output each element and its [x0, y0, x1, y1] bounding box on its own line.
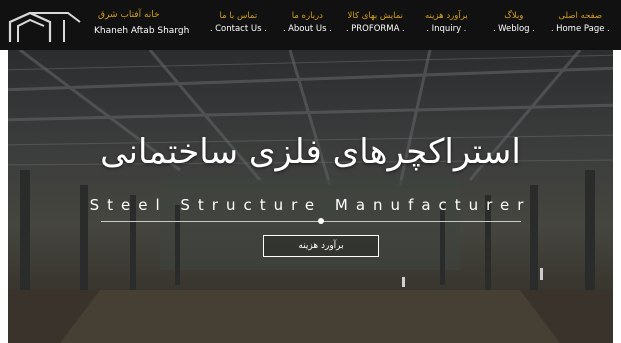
brand-name-fa: خانه آفتاب شرق	[98, 10, 160, 20]
hero-subtitle: Steel Structure Manufacturer	[89, 196, 532, 214]
nav-about-en: About Us	[288, 24, 327, 34]
nav-home-en: Home Page	[556, 24, 605, 34]
hero-divider	[101, 221, 521, 222]
nav-contact-en: Contact Us	[215, 24, 262, 34]
brand-logo[interactable]: خانه آفتاب شرق Khaneh Aftab Shargh	[8, 8, 190, 44]
nav-about-fa: درباره ما	[291, 11, 323, 21]
nav-item-proforma[interactable]: نمایش بهای کالا . PROFORMA .	[346, 10, 405, 36]
brand-name-en: Khaneh Aftab Shargh	[94, 26, 190, 36]
hero-divider-dot	[318, 218, 324, 224]
nav-proforma-en: PROFORMA	[351, 24, 400, 34]
nav-weblog-fa: وبلاگ	[504, 11, 524, 21]
nav-proforma-fa: نمایش بهای کالا	[347, 11, 404, 21]
hero-banner: استراکچرهای فلزی ساختمانی Steel Structur…	[0, 50, 621, 343]
nav-contact-fa: تماس با ما	[219, 11, 258, 21]
nav-item-about[interactable]: درباره ما . About Us .	[283, 10, 332, 36]
nav-item-inquiry[interactable]: برآورد هزینه . Inquiry .	[425, 10, 468, 36]
page: خانه آفتاب شرق Khaneh Aftab Shargh صفحه …	[0, 0, 621, 343]
nav-weblog-en: Weblog	[498, 24, 530, 34]
nav-item-home[interactable]: صفحه اصلی . Home Page .	[551, 10, 610, 36]
nav-item-contact[interactable]: تماس با ما . Contact Us .	[210, 10, 267, 36]
nav-inquiry-fa: برآورد هزینه	[425, 11, 468, 21]
nav-inquiry-en: Inquiry	[431, 24, 462, 34]
house-roof-logo-icon	[8, 11, 81, 42]
cost-estimate-button[interactable]: برآورد هزینه	[263, 235, 379, 257]
hero-title: استراکچرهای فلزی ساختمانی	[100, 132, 521, 172]
nav-item-weblog[interactable]: وبلاگ . Weblog .	[493, 10, 535, 36]
top-navbar: خانه آفتاب شرق Khaneh Aftab Shargh صفحه …	[0, 0, 621, 50]
nav-home-fa: صفحه اصلی	[558, 11, 603, 21]
